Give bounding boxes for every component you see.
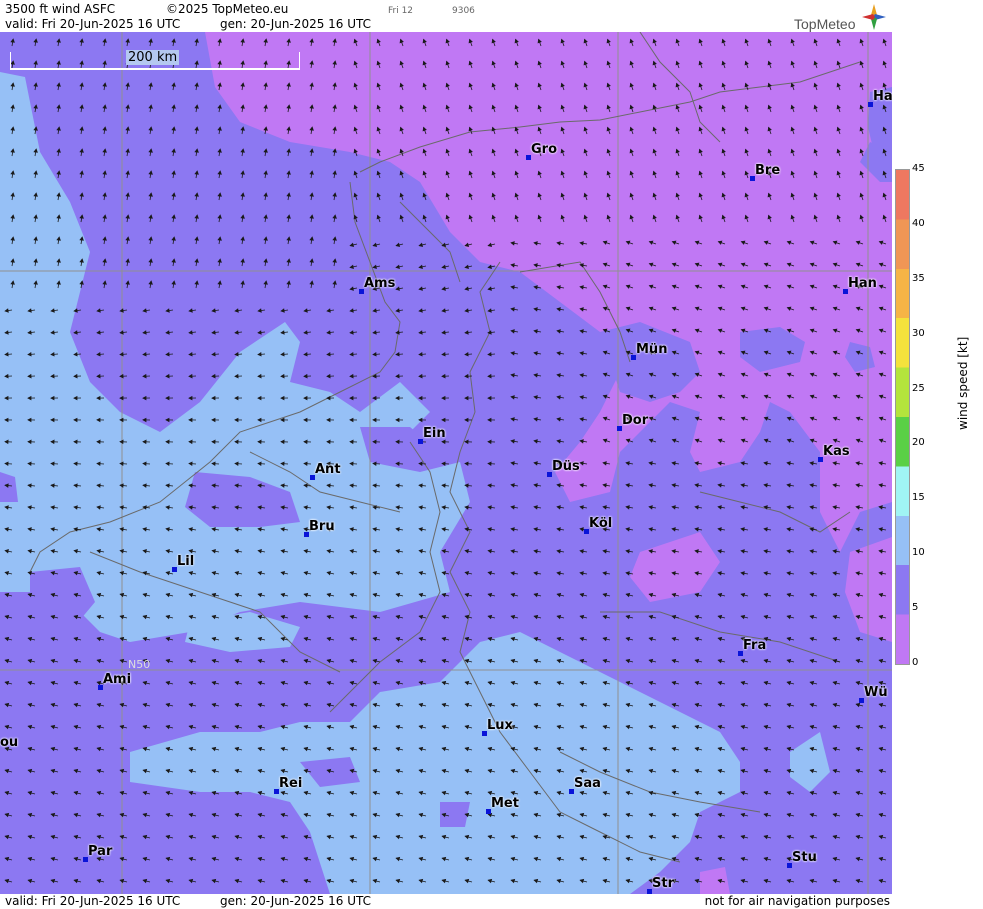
city-label: Ein <box>423 426 446 441</box>
legend-tick-label: 30 <box>912 327 925 339</box>
compass-icon <box>862 4 886 30</box>
city-label: Met <box>491 796 519 811</box>
footer-generated-time: gen: 20-Jun-2025 16 UTC <box>220 894 372 908</box>
lat-label: N50 <box>128 658 150 671</box>
legend-tick-label: 25 <box>912 382 925 394</box>
legend-tick-label: 15 <box>912 492 925 504</box>
city-label: Han <box>848 276 877 291</box>
city-label: Ami <box>103 672 132 687</box>
generated-time: gen: 20-Jun-2025 16 UTC <box>220 17 372 31</box>
city-label: Rei <box>279 776 303 791</box>
city-label: Düs <box>552 459 580 474</box>
map-header: 3500 ft wind ASFC ©2025 TopMeteo.eu Fri … <box>0 0 892 32</box>
product-title: 3500 ft wind ASFC <box>5 2 116 16</box>
city-label: Ant <box>315 462 341 477</box>
scale-bar: 200 km <box>10 50 300 70</box>
city-label: Gro <box>531 142 558 157</box>
legend-color-bar <box>895 169 910 665</box>
topmeteo-logo: TopMeteo <box>794 2 886 32</box>
code-text: 9306 <box>452 6 475 16</box>
city-label: Wü <box>864 685 888 700</box>
legend-tick-label: 35 <box>912 272 925 284</box>
wind-map[interactable]: N50 200 km Gro Bre Ha Ams Han Mün Dor Ein Kas Ant… <box>0 32 892 894</box>
city-label: Fra <box>743 638 767 653</box>
city-label: Lil <box>177 554 195 569</box>
valid-time: valid: Fri 20-Jun-2025 16 UTC <box>5 17 181 31</box>
city-label: Bre <box>755 163 781 178</box>
city-label: Köl <box>589 516 613 531</box>
legend-tick-label: 45 <box>912 163 925 174</box>
city-label: ou <box>0 735 19 750</box>
city-label: Lux <box>487 718 513 733</box>
city-label: Bru <box>309 519 335 534</box>
scale-label: 200 km <box>126 50 180 65</box>
city-label: Stu <box>792 850 817 865</box>
city-label: Kas <box>823 444 850 459</box>
city-label: Ams <box>364 276 396 291</box>
legend-tick-label: 0 <box>912 657 919 668</box>
legend-title: wind speed [kt] <box>956 336 970 430</box>
legend-tick-label: 20 <box>912 437 925 449</box>
wind-map-canvas: N50 <box>0 32 892 894</box>
copyright-text: ©2025 TopMeteo.eu <box>166 2 289 16</box>
city-label: Dor <box>622 413 649 428</box>
city-label: Ha <box>873 89 892 104</box>
city-label: Str <box>652 876 674 891</box>
footer-valid-time: valid: Fri 20-Jun-2025 16 UTC <box>5 894 181 908</box>
legend-tick-label: 40 <box>912 217 925 229</box>
logo-text: TopMeteo <box>794 16 856 32</box>
wind-speed-legend: 45 40 35 30 25 20 15 10 5 0 wind speed [kt] <box>892 0 983 909</box>
city-label: Saa <box>574 776 601 791</box>
city-label: Par <box>88 844 113 859</box>
legend-tick-label: 10 <box>912 547 925 559</box>
tab-hint: Fri 12 <box>388 6 414 16</box>
map-footer: valid: Fri 20-Jun-2025 16 UTC gen: 20-Ju… <box>0 894 892 909</box>
footer-disclaimer: not for air navigation purposes <box>704 894 890 908</box>
city-label: Mün <box>636 342 668 357</box>
legend-tick-label: 5 <box>912 602 919 614</box>
